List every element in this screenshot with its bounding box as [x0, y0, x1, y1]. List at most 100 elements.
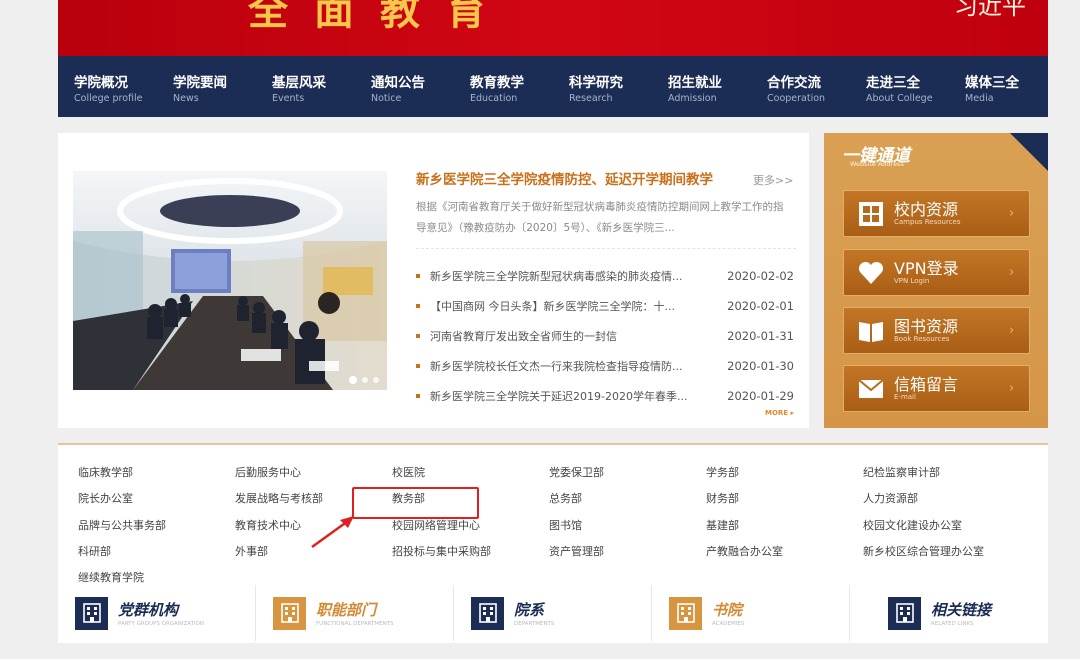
quick-access-subtitle: Website Address	[850, 160, 904, 168]
nav-sublabel: News	[173, 93, 199, 104]
nav-label: 招生就业	[668, 75, 722, 91]
related-links-link[interactable]: 相关链接 RELATED LINKS	[850, 585, 1048, 641]
chevron-right-icon: ›	[1009, 206, 1015, 221]
book-resources-button[interactable]: 图书资源 Book Resources ›	[843, 307, 1030, 354]
slide-dot[interactable]	[373, 377, 379, 383]
bullet-icon	[416, 394, 420, 398]
quick-button-sublabel: E-mail	[894, 393, 916, 401]
departments-link[interactable]: 院系 DEPARTMENTS	[454, 585, 652, 641]
nav-sublabel: Admission	[668, 93, 717, 104]
nav-college-profile[interactable]: 学院概况 College profile	[58, 56, 157, 117]
news-item-title[interactable]: 新乡医学院校长任文杰一行来我院检查指导疫情防...	[430, 358, 722, 374]
news-item-title[interactable]: 新乡医学院三全学院关于延迟2019-2020学年春季...	[430, 388, 722, 404]
academies-link[interactable]: 书院 ACADEMIES	[652, 585, 850, 641]
annotation-arrow-icon	[311, 516, 354, 549]
bottom-sublabel: DEPARTMENTS	[514, 621, 555, 627]
news-list: 新乡医学院三全学院新型冠状病毒感染的肺炎疫情... 2020-02-02 【中国商…	[416, 261, 794, 411]
dept-link[interactable]: 学务部	[706, 464, 863, 490]
news-item-title[interactable]: 新乡医学院三全学院新型冠状病毒感染的肺炎疫情...	[430, 268, 722, 284]
bottom-label: 书院	[712, 601, 743, 619]
book-icon	[856, 316, 886, 346]
dept-link[interactable]: 招投标与集中采购部	[392, 543, 549, 569]
nav-education[interactable]: 教育教学 Education	[454, 56, 553, 117]
party-groups-link[interactable]: 党群机构 PARTY GROUPS ORGANIZATION	[58, 585, 256, 641]
nav-label: 教育教学	[470, 75, 524, 91]
news-item-date: 2020-01-31	[727, 329, 794, 343]
nav-news[interactable]: 学院要闻 News	[157, 56, 256, 117]
nav-sublabel: Media	[965, 93, 994, 104]
slideshow-indicators	[349, 376, 379, 384]
nav-sublabel: Notice	[371, 93, 402, 104]
nav-label: 媒体三全	[965, 75, 1019, 91]
nav-cooperation[interactable]: 合作交流 Cooperation	[751, 56, 850, 117]
bottom-sublabel: FUNCTIONAL DEPARTMENTS	[316, 621, 394, 627]
more-small-link[interactable]: MORE ▸	[765, 409, 794, 417]
dept-link[interactable]: 总务部	[549, 490, 706, 516]
bottom-label: 职能部门	[316, 601, 377, 619]
dept-link[interactable]: 党委保卫部	[549, 464, 706, 490]
quick-button-sublabel: Campus Resources	[894, 218, 961, 226]
mailbox-button[interactable]: 信箱留言 E-mail ›	[843, 365, 1030, 412]
chevron-right-icon: ›	[1009, 381, 1015, 396]
news-item-title[interactable]: 【中国商网 今日头条】新乡医学院三全学院：十...	[430, 298, 722, 314]
news-item[interactable]: 新乡医学院三全学院新型冠状病毒感染的肺炎疫情... 2020-02-02	[416, 261, 794, 291]
dept-link[interactable]: 科研部	[78, 543, 235, 569]
slide-dot[interactable]	[362, 377, 368, 383]
dept-link[interactable]: 校园文化建设办公室	[863, 517, 1020, 543]
nav-notice[interactable]: 通知公告 Notice	[355, 56, 454, 117]
departments-grid: 临床教学部 后勤服务中心 校医院 党委保卫部 学务部 纪检监察审计部 院长办公室…	[78, 464, 1020, 595]
nav-label: 通知公告	[371, 75, 425, 91]
news-item[interactable]: 【中国商网 今日头条】新乡医学院三全学院：十... 2020-02-01	[416, 291, 794, 321]
bullet-icon	[416, 304, 420, 308]
chevron-right-icon: ›	[1009, 323, 1015, 338]
quick-button-label: 信箱留言	[894, 375, 959, 394]
news-item-title[interactable]: 河南省教育厅发出致全省师生的一封信	[430, 328, 722, 344]
bullet-icon	[416, 334, 420, 338]
dept-link[interactable]: 财务部	[706, 490, 863, 516]
slide-dot[interactable]	[349, 376, 357, 384]
dept-link[interactable]: 纪检监察审计部	[863, 464, 1020, 490]
dept-link[interactable]: 基建部	[706, 517, 863, 543]
bottom-sublabel: RELATED LINKS	[931, 621, 974, 627]
news-item-date: 2020-02-01	[727, 299, 794, 313]
building-icon	[273, 596, 306, 630]
dept-link[interactable]: 产教融合办公室	[706, 543, 863, 569]
functional-departments-link[interactable]: 职能部门 FUNCTIONAL DEPARTMENTS	[256, 585, 454, 641]
dept-link[interactable]: 校园网络管理中心	[392, 517, 549, 543]
building-icon	[669, 596, 702, 630]
campus-resources-button[interactable]: 校内资源 Campus Resources ›	[843, 190, 1030, 237]
vpn-login-button[interactable]: VPN登录 VPN Login ›	[843, 249, 1030, 296]
building-icon	[471, 596, 504, 630]
dept-link[interactable]: 院长办公室	[78, 490, 235, 516]
nav-sublabel: Research	[569, 93, 613, 104]
nav-sublabel: College profile	[74, 93, 143, 104]
dept-link[interactable]: 图书馆	[549, 517, 706, 543]
featured-news-title[interactable]: 新乡医学院三全学院疫情防控、延迟开学期间教学	[416, 168, 713, 188]
banner-signature: 习近平	[954, 0, 1026, 20]
more-link[interactable]: 更多>>	[753, 172, 793, 188]
dept-link[interactable]: 品牌与公共事务部	[78, 517, 235, 543]
dept-link[interactable]: 临床教学部	[78, 464, 235, 490]
news-item[interactable]: 河南省教育厅发出致全省师生的一封信 2020-01-31	[416, 321, 794, 351]
dept-link[interactable]: 人力资源部	[863, 490, 1020, 516]
nav-research[interactable]: 科学研究 Research	[553, 56, 652, 117]
nav-media[interactable]: 媒体三全 Media	[949, 56, 1048, 117]
nav-about-college[interactable]: 走进三全 About College	[850, 56, 949, 117]
building-icon	[888, 596, 921, 630]
news-photo-slideshow[interactable]	[73, 171, 387, 390]
news-item[interactable]: 新乡医学院三全学院关于延迟2019-2020学年春季... 2020-01-29	[416, 381, 794, 411]
dept-link[interactable]: 新乡校区综合管理办公室	[863, 543, 1020, 569]
bottom-label: 相关链接	[931, 601, 992, 619]
bottom-label: 党群机构	[118, 601, 179, 619]
news-item-date: 2020-01-29	[727, 389, 794, 403]
nav-label: 基层风采	[272, 75, 326, 91]
bottom-category-bar: 党群机构 PARTY GROUPS ORGANIZATION 职能部门 FUNCTI…	[58, 585, 1048, 641]
dept-link[interactable]: 资产管理部	[549, 543, 706, 569]
nav-events[interactable]: 基层风采 Events	[256, 56, 355, 117]
bullet-icon	[416, 364, 420, 368]
chevron-right-icon: ›	[1009, 265, 1015, 280]
news-item[interactable]: 新乡医学院校长任文杰一行来我院检查指导疫情防... 2020-01-30	[416, 351, 794, 381]
corner-decoration	[1010, 133, 1048, 171]
nav-admission[interactable]: 招生就业 Admission	[652, 56, 751, 117]
nav-sublabel: Cooperation	[767, 93, 826, 104]
